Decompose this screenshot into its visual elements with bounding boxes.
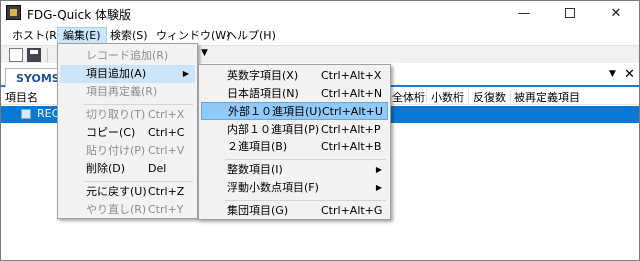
menu-item-cut[interactable]: 切り取り(T) Ctrl+X [60,106,195,124]
menu-separator [84,104,193,105]
menu-item-delete[interactable]: 削除(D) Del [60,160,195,178]
toolbar-separator [47,48,48,62]
menu-item-add-item[interactable]: 項目追加(A) ▶ [60,65,195,83]
menu-item-packed-decimal[interactable]: 内部１０進項目(P) Ctrl+Alt+P [201,121,388,139]
menu-item-japanese[interactable]: 日本語項目(N) Ctrl+Alt+N [201,85,388,103]
menu-item-redo[interactable]: やり直し(R) Ctrl+Y [60,201,195,219]
title-bar: FDG-Quick 体験版 — ✕ [1,1,639,25]
menu-item-floating-point[interactable]: 浮動小数点項目(F) ▶ [201,179,388,197]
menu-item-undo[interactable]: 元に戻す(U) Ctrl+Z [60,183,195,201]
submenu-arrow-icon: ▶ [375,183,382,192]
record-icon [21,109,31,119]
col-total-digits[interactable]: 全体桁 [392,89,425,105]
menu-help[interactable]: ヘルプ(H) [221,27,281,45]
column-divider [426,90,427,103]
minimize-button[interactable]: — [501,1,547,25]
menu-item-add-record[interactable]: レコード追加(R) [60,47,195,65]
column-divider [468,90,469,103]
menu-item-group[interactable]: 集団項目(G) Ctrl+Alt+G [201,202,388,220]
col-decimal-digits[interactable]: 小数桁 [431,89,464,105]
menu-item-zoned-decimal[interactable]: 外部１０進項目(U) Ctrl+Alt+U [201,102,388,120]
row-item-name: REC [37,107,60,120]
add-item-submenu: 英数字項目(X) Ctrl+Alt+X 日本語項目(N) Ctrl+Alt+N … [198,64,391,220]
save-icon[interactable] [27,48,41,62]
app-logo-icon [6,5,21,20]
tab-close-icon[interactable]: ✕ [624,67,635,82]
menu-separator [84,181,193,182]
toolbar-dropdown-icon[interactable]: ▼ [201,48,208,58]
new-file-icon[interactable] [9,48,23,62]
submenu-arrow-icon: ▶ [182,69,189,78]
col-item-name[interactable]: 項目名 [5,89,38,105]
col-repeat-count[interactable]: 反復数 [473,89,506,105]
tab-syoms[interactable]: SYOMS [5,68,65,87]
tab-list-dropdown-icon[interactable]: ▼ [609,69,616,79]
close-button[interactable]: ✕ [593,1,639,25]
menu-item-paste[interactable]: 貼り付け(P) Ctrl+V [60,142,195,160]
menu-separator [225,159,386,160]
menu-item-binary[interactable]: ２進項目(B) Ctrl+Alt+B [201,138,388,156]
menu-item-alphanumeric[interactable]: 英数字項目(X) Ctrl+Alt+X [201,67,388,85]
menu-item-redefine[interactable]: 項目再定義(R) [60,83,195,101]
column-divider [510,90,511,103]
menu-item-copy[interactable]: コピー(C) Ctrl+C [60,124,195,142]
app-window: FDG-Quick 体験版 — ✕ ホスト(R) 編集(E) 検索(S) ウィン… [0,0,640,261]
col-redefined-item[interactable]: 被再定義項目 [514,89,580,105]
edit-menu: レコード追加(R) 項目追加(A) ▶ 項目再定義(R) 切り取り(T) Ctr… [57,43,198,219]
maximize-button[interactable] [547,1,593,25]
menu-item-integer[interactable]: 整数項目(I) ▶ [201,161,388,179]
maximize-icon [565,8,575,18]
window-title: FDG-Quick 体験版 [27,8,131,22]
menu-separator [225,200,386,201]
submenu-arrow-icon: ▶ [375,165,382,174]
